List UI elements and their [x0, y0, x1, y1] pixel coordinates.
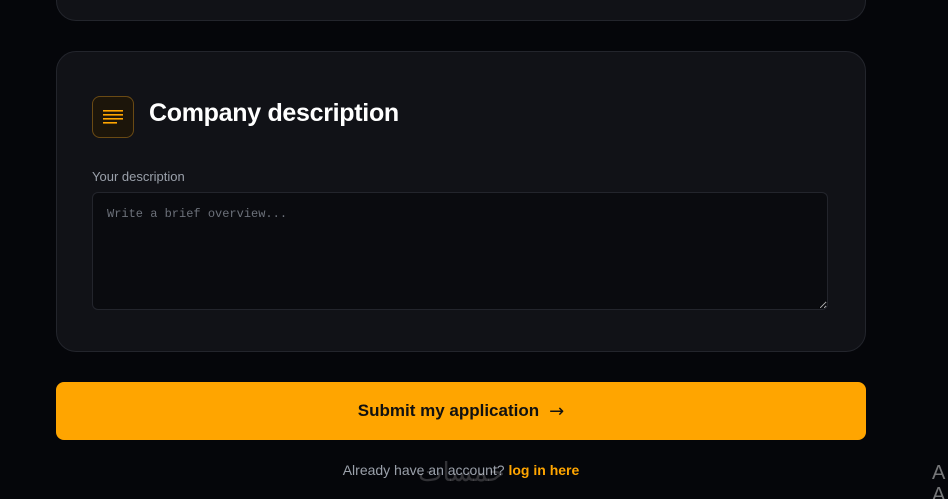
arrow-right-icon: → — [549, 400, 565, 422]
description-label: Your description — [92, 169, 185, 184]
submit-label: Submit my application — [357, 401, 540, 420]
previous-section-card — [56, 0, 866, 21]
application-page: Company description Your description Sub… — [0, 0, 948, 499]
section-title: Company description — [149, 99, 399, 127]
submit-application-button[interactable]: Submit my application → — [56, 382, 866, 440]
login-link[interactable]: log in here — [508, 462, 579, 478]
lines-icon — [92, 96, 134, 138]
watermark-logo: خمسات — [418, 458, 506, 488]
company-description-card: Company description Your description — [56, 51, 866, 352]
clipped-edge-text: A A — [932, 462, 946, 499]
description-textarea[interactable] — [92, 192, 828, 310]
